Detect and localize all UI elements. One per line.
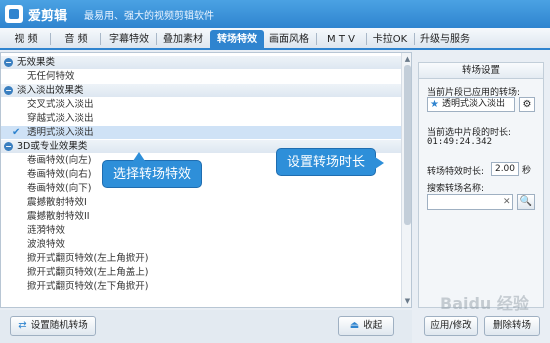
callout-select-effect: 选择转场特效 — [102, 152, 203, 188]
list-item[interactable]: 穿越式淡入淡出 — [1, 112, 401, 125]
list-item[interactable]: 掀开式翻页特效(左下角掀开) — [1, 280, 401, 293]
search-label: 搜索转场名称: — [427, 184, 485, 194]
scroll-down-icon[interactable]: ▼ — [403, 296, 411, 306]
transition-settings-panel: 转场设置 当前片段已应用的转场: ★ 透明式淡入淡出 ⚙ 当前选中片段的时长: … — [418, 62, 544, 308]
effect-duration-label: 转场特效时长: — [427, 167, 485, 177]
tab-divider — [414, 33, 415, 45]
list-item[interactable]: 涟漪特效 — [1, 224, 401, 237]
scroll-up-icon[interactable]: ▲ — [403, 54, 411, 64]
group-header-fade[interactable]: − 淡入淡出效果类 — [1, 84, 401, 97]
tab-audio[interactable]: 音 频 — [54, 30, 98, 50]
collapse-icon[interactable]: − — [4, 86, 13, 95]
group-label: 淡入淡出效果类 — [17, 85, 84, 96]
group-header-no-effect[interactable]: − 无效果类 — [1, 56, 401, 69]
callout-set-duration: 设置转场时长 — [276, 148, 385, 176]
list-item[interactable]: 震撼散射特效II — [1, 210, 401, 223]
app-title: 爱剪辑 — [28, 9, 68, 24]
tab-transitions[interactable]: 转场特效 — [210, 30, 264, 50]
shuffle-icon: ⇄ — [18, 320, 27, 331]
list-item[interactable]: 交叉式淡入淡出 — [1, 98, 401, 111]
search-icon[interactable]: 🔍 — [517, 194, 535, 210]
effect-duration-input[interactable]: 2.00 — [491, 162, 519, 176]
list-item-label: 透明式淡入淡出 — [27, 127, 94, 138]
list-item[interactable]: 无任何特效 — [1, 70, 401, 83]
tab-divider — [100, 33, 101, 45]
list-item[interactable]: 掀开式翻页特效(左上角盖上) — [1, 266, 401, 279]
tab-divider — [316, 33, 317, 45]
applied-transition-field: ★ 透明式淡入淡出 — [427, 97, 515, 112]
clear-icon[interactable]: ✕ — [503, 194, 511, 210]
list-item[interactable]: 波浪特效 — [1, 238, 401, 251]
list-item[interactable]: 掀开式翻页特效(左上角掀开) — [1, 252, 401, 265]
tab-bar: 视 频 音 频 字幕特效 叠加素材 转场特效 画面风格 M T V 卡拉OK 升… — [0, 28, 550, 50]
list-scrollbar[interactable]: ▲ ▼ — [401, 53, 411, 307]
group-label: 无效果类 — [17, 57, 56, 68]
transition-list: − 无效果类 无任何特效 − 淡入淡出效果类 交叉式淡入淡出 穿越式淡入淡出 ✔… — [0, 52, 412, 308]
tab-karaoke[interactable]: 卡拉OK — [368, 30, 412, 50]
search-input[interactable] — [427, 194, 513, 210]
title-bar: 爱剪辑 最易用、强大的视频剪辑软件 — [0, 0, 550, 28]
collapse-arrow-icon: ⏏ — [349, 320, 360, 331]
tab-mtv[interactable]: M T V — [318, 30, 364, 50]
tab-video[interactable]: 视 频 — [4, 30, 48, 50]
tab-subtitle-effects[interactable]: 字幕特效 — [104, 30, 154, 50]
delete-transition-button[interactable]: 删除转场 — [484, 316, 540, 336]
tab-picture-style[interactable]: 画面风格 — [264, 30, 314, 50]
list-item[interactable]: 震撼散射特效I — [1, 196, 401, 209]
tab-divider — [156, 33, 157, 45]
tab-divider — [50, 33, 51, 45]
apply-button[interactable]: 应用/修改 — [424, 316, 478, 336]
group-label: 3D或专业效果类 — [17, 141, 88, 152]
check-icon: ✔ — [12, 127, 21, 138]
current-duration-value: 01:49:24.342 — [427, 137, 493, 147]
star-icon: ★ — [430, 99, 439, 110]
tab-overlay[interactable]: 叠加素材 — [158, 30, 208, 50]
list-item-selected[interactable]: ✔ 透明式淡入淡出 — [1, 126, 401, 139]
random-transition-label: 设置随机转场 — [30, 320, 88, 331]
scroll-thumb[interactable] — [404, 65, 411, 225]
list-bottom-bar: ⇄ 设置随机转场 ⏏ 收起 — [0, 310, 412, 343]
tab-upgrade[interactable]: 升级与服务 — [416, 30, 474, 50]
tab-divider — [366, 33, 367, 45]
gear-icon[interactable]: ⚙ — [519, 97, 535, 112]
collapse-icon[interactable]: − — [4, 58, 13, 67]
watermark: Baidu 经验 — [440, 294, 529, 313]
app-subtitle: 最易用、强大的视频剪辑软件 — [84, 11, 214, 22]
random-transition-button[interactable]: ⇄ 设置随机转场 — [10, 316, 96, 336]
effect-duration-unit: 秒 — [522, 166, 532, 176]
app-logo-icon — [5, 5, 23, 23]
collapse-label: 收起 — [363, 320, 383, 331]
settings-header: 转场设置 — [419, 63, 543, 79]
collapse-icon[interactable]: − — [4, 142, 13, 151]
applied-transition-value: 透明式淡入淡出 — [442, 99, 506, 109]
collapse-button[interactable]: ⏏ 收起 — [338, 316, 394, 336]
